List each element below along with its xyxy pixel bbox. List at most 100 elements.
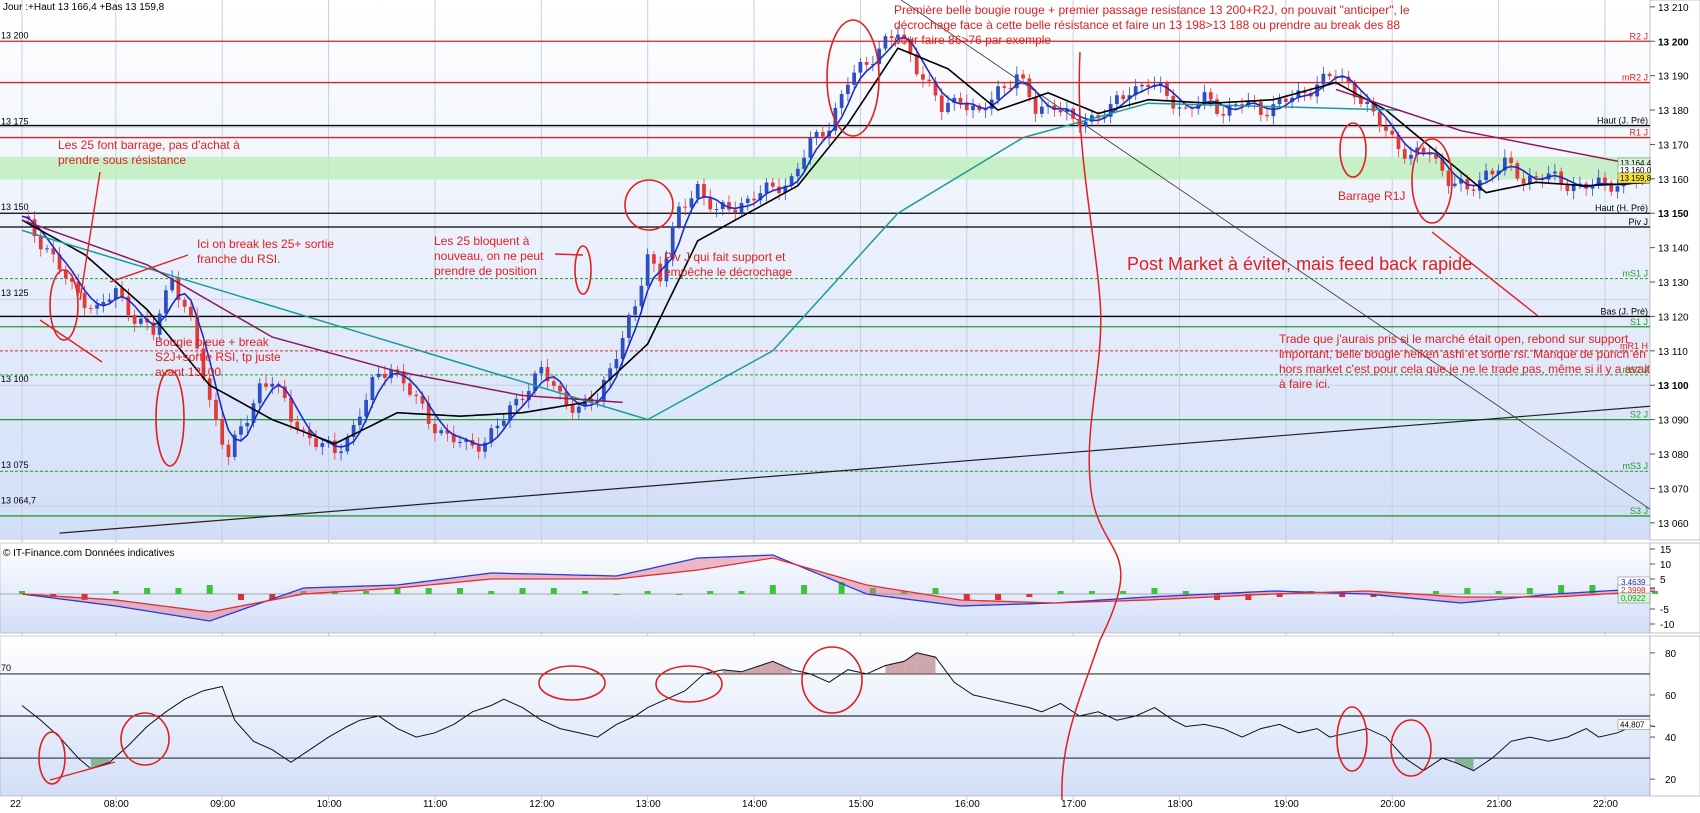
macd-histogram-bar [112,591,119,594]
candle-body [883,36,888,49]
candle-body [320,443,325,447]
macd-histogram-bar [963,594,970,600]
price-tick-label: 13 130 [1658,278,1689,289]
candle-body [852,72,857,85]
candle-body [1140,84,1144,87]
time-tick-label: 20:00 [1380,799,1405,810]
candle-body [958,97,963,103]
candle-body [164,290,168,314]
candle-body [1384,125,1388,131]
candle-body [733,209,738,213]
ohlc-header: Jour :+Haut 13 166,4 +Bas 13 159,8 [3,2,165,13]
candle-body [889,36,894,39]
candle-body [270,383,275,387]
candle-body [1002,86,1007,88]
macd-histogram-bar [1558,585,1565,594]
candle-body [1039,106,1044,114]
price-tick-label: 13 200 [1658,37,1689,48]
candle-body [808,137,813,158]
price-tick-label: 13 110 [1658,347,1688,358]
macd-histogram-bar [550,588,557,594]
candle-body [1452,183,1457,187]
time-tick-label: 15:00 [848,799,873,810]
candle-body [264,383,268,387]
candle-body [1603,177,1607,183]
candle-body [714,209,719,211]
candle-body [1115,95,1119,105]
macd-tick-label: 15 [1660,545,1672,556]
candle-body [1377,111,1382,126]
candle-body [45,248,49,250]
pivot-level-label: S1 J [1630,317,1648,327]
left-level-label: 13 200 [1,30,29,40]
candle-body [770,182,775,187]
time-tick-label: 16:00 [955,799,980,810]
candle-body [1321,73,1326,85]
candle-body [695,184,700,199]
candle-body [82,292,87,308]
macd-tick-label: -5 [1660,605,1669,616]
price-tick-label: 13 180 [1658,106,1689,117]
annotation-25-barrage: Les 25 font barrage, pas d'achat à prend… [58,138,240,167]
candle-body [501,420,506,426]
candle-body [1227,104,1232,116]
candle-body [314,438,318,447]
candle-body [1033,97,1038,114]
candle-body [95,304,99,309]
candle-body [614,359,619,369]
macd-histogram-bar [363,591,370,594]
candle-body [752,198,756,201]
rsi-tick-label: 80 [1665,649,1677,660]
candle-body [495,425,500,429]
rsi-tick-label: 20 [1665,775,1677,786]
candle-body [1208,92,1213,100]
macd-histogram-bar [1495,591,1502,594]
macd-histogram-bar [425,588,432,594]
macd-histogram-bar [707,591,714,594]
price-tick-label: 13 100 [1658,381,1689,392]
candle-body [570,405,575,413]
rsi-tick-label: 40 [1665,733,1677,744]
candle-body [633,306,638,315]
macd-histogram-bar [995,594,1002,600]
time-tick-label: 08:00 [104,799,129,810]
macd-histogram-bar [582,591,589,594]
pivot-level-label: S2 J [1630,410,1648,420]
candle-body [1409,154,1413,159]
candle-body [1258,101,1263,115]
macd-histogram-bar [1151,588,1158,594]
candle-body [476,445,481,452]
candle-body [207,378,212,400]
annotation-barrage-r1j: Barrage R1J [1338,189,1406,203]
pivot-level-label: mR2 J [1622,73,1648,83]
candle-body [376,373,381,377]
candle-body [239,426,243,435]
pivot-level-label: mS1 J [1622,269,1648,279]
price-tick-label: 13 160 [1658,175,1689,186]
candle-body [677,206,681,227]
candle-body [357,416,362,426]
candle-body [1484,170,1488,181]
macd-histogram-bar [1057,591,1064,594]
candle-body [139,318,143,324]
rsi-tick-label: 60 [1665,691,1677,702]
candle-body [458,442,462,444]
left-level-label: 13 075 [1,460,29,470]
candle-body [1265,114,1269,117]
candle-body [846,84,850,95]
candle-body [1615,186,1620,192]
candle-body [339,451,343,453]
candle-body [364,399,368,417]
candle-body [88,307,93,309]
time-tick-label: 21:00 [1487,799,1512,810]
time-tick-label: 11:00 [423,799,448,810]
macd-tick-label: 10 [1660,560,1672,571]
candle-body [1446,170,1451,187]
price-tick-label: 13 080 [1658,450,1689,461]
annotation-resistance-r2j: Première belle bougie rouge + premier pa… [894,3,1410,47]
candle-body [189,306,193,316]
price-tick-label: 13 140 [1658,244,1689,255]
macd-tick-label: -10 [1660,620,1675,631]
macd-histogram-bar [801,585,808,594]
candle-body [408,383,412,395]
